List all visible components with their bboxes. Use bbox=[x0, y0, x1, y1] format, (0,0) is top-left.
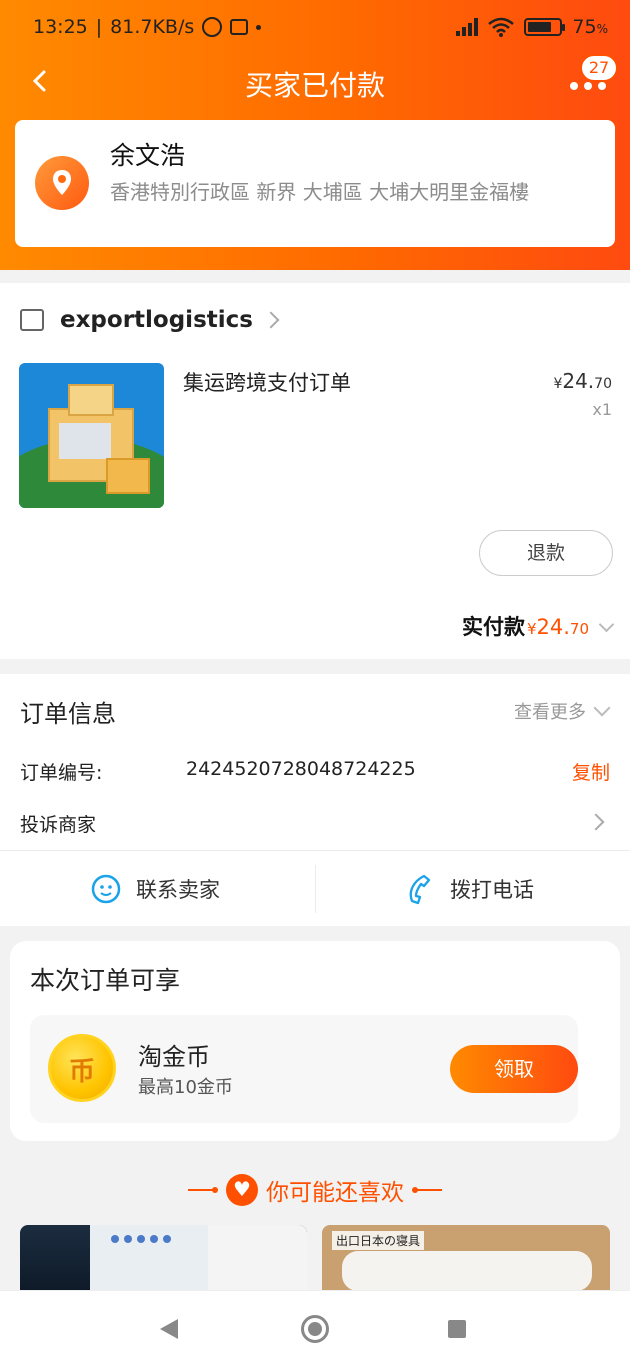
message-icon bbox=[230, 19, 249, 35]
location-pin-icon bbox=[35, 156, 89, 210]
top-nav: 买家已付款 27 bbox=[0, 54, 630, 108]
recommended-product-1[interactable] bbox=[20, 1225, 307, 1291]
product-caption: 出口日本の寝具 bbox=[332, 1231, 425, 1250]
address-card[interactable]: 余文浩 香港特別行政區 新界 大埔區 大埔大明里金福樓 bbox=[15, 120, 615, 247]
divider bbox=[188, 1187, 218, 1193]
item-title[interactable]: 集运跨境支付订单 bbox=[183, 367, 351, 397]
item-quantity: x1 bbox=[592, 400, 612, 419]
claim-coin-button[interactable]: 领取 bbox=[450, 1045, 578, 1093]
notification-dot-icon bbox=[256, 24, 262, 30]
gold-coin-icon bbox=[48, 1034, 116, 1102]
chevron-down-icon bbox=[598, 616, 615, 633]
store-icon bbox=[20, 309, 44, 331]
page-title: 买家已付款 bbox=[244, 69, 385, 102]
coin-subtitle: 最高10金币 bbox=[138, 1077, 233, 1098]
paid-amount: ¥24.70 bbox=[526, 615, 589, 639]
call-phone-button[interactable]: 拨打电话 bbox=[404, 851, 534, 927]
recipient-name: 余文浩 bbox=[110, 141, 186, 170]
more-dots-icon bbox=[570, 82, 606, 90]
recommend-header: 你可能还喜欢 bbox=[0, 1170, 630, 1210]
complain-seller-link[interactable]: 投诉商家 bbox=[20, 810, 96, 837]
copy-order-number-button[interactable]: 复制 bbox=[572, 758, 610, 785]
see-more-button[interactable]: 查看更多 bbox=[514, 698, 611, 724]
product-thumbnail[interactable] bbox=[19, 363, 164, 508]
recipient-address: 香港特別行政區 新界 大埔區 大埔大明里金福樓 bbox=[110, 180, 530, 204]
paid-label: 实付款 bbox=[461, 615, 525, 639]
order-number: 2424520728048724225 bbox=[186, 758, 416, 780]
message-badge: 27 bbox=[580, 54, 618, 82]
system-nav-bar bbox=[0, 1290, 630, 1366]
wifi-icon bbox=[488, 17, 515, 37]
shop-name: exportlogistics bbox=[60, 307, 253, 333]
contact-seller-button[interactable]: 联系卖家 bbox=[90, 851, 220, 927]
coin-name: 淘金币 bbox=[138, 1043, 210, 1071]
chevron-right-icon bbox=[262, 311, 280, 329]
paid-amount-row[interactable]: 实付款 ¥24.70 bbox=[461, 611, 615, 641]
system-home-icon[interactable] bbox=[301, 1315, 329, 1343]
order-number-label: 订单编号: bbox=[20, 762, 103, 784]
chat-face-icon bbox=[91, 874, 121, 904]
divider bbox=[315, 865, 316, 913]
shop-link[interactable]: exportlogistics bbox=[20, 305, 280, 335]
order-info-title: 订单信息 bbox=[20, 700, 116, 728]
contact-action-bar: 联系卖家 拨打电话 bbox=[0, 850, 630, 926]
order-header: 13:25 | 81.7KB/s 75% 买家已付款 27 余文浩 香港特別行政… bbox=[0, 0, 630, 270]
item-price: ¥24.70 bbox=[553, 369, 612, 393]
battery-percent: 75 bbox=[572, 16, 597, 38]
shop-order-card: exportlogistics 集运跨境支付订单 ¥24.70 x1 退款 实付… bbox=[0, 283, 630, 659]
status-time: 13:25 bbox=[33, 16, 88, 38]
order-benefit-card: 本次订单可享 淘金币 最高10金币 领取 bbox=[10, 941, 620, 1141]
heart-icon bbox=[226, 1174, 258, 1206]
status-bar: 13:25 | 81.7KB/s 75% bbox=[33, 16, 608, 38]
more-menu-button[interactable]: 27 bbox=[570, 54, 618, 98]
recommended-product-2[interactable]: 出口日本の寝具 bbox=[322, 1225, 610, 1291]
recommend-title: 你可能还喜欢 bbox=[266, 1180, 404, 1206]
chevron-down-icon bbox=[593, 699, 611, 717]
divider bbox=[412, 1187, 442, 1193]
refund-button[interactable]: 退款 bbox=[479, 530, 613, 576]
coin-reward-box: 淘金币 最高10金币 领取 bbox=[30, 1015, 578, 1123]
system-back-icon[interactable] bbox=[160, 1319, 178, 1339]
order-info-card: 订单信息 查看更多 订单编号: 2424520728048724225 复制 投… bbox=[0, 674, 630, 926]
system-recents-icon[interactable] bbox=[448, 1320, 466, 1338]
alarm-icon bbox=[202, 17, 223, 37]
benefit-title: 本次订单可享 bbox=[30, 966, 181, 995]
chevron-right-icon bbox=[587, 813, 605, 831]
battery-icon bbox=[524, 18, 566, 36]
status-net-speed: 81.7KB/s bbox=[110, 16, 195, 38]
phone-icon bbox=[409, 874, 431, 905]
signal-icon bbox=[456, 18, 479, 36]
